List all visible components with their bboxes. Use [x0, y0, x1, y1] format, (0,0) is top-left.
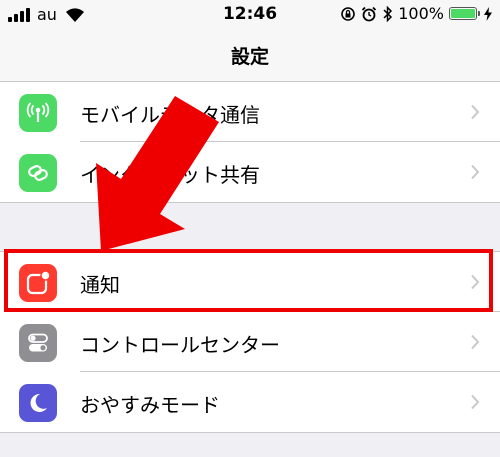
settings-row-label: モバイルデータ通信	[80, 103, 260, 127]
settings-group-network: モバイルデータ通信 インターネット共有	[0, 82, 500, 203]
settings-row-label: おやすみモード	[80, 393, 220, 417]
bluetooth-icon	[383, 5, 393, 22]
settings-row-do-not-disturb[interactable]: おやすみモード	[0, 372, 500, 432]
chevron-right-icon	[471, 334, 480, 350]
settings-row-label: 通知	[80, 273, 120, 297]
settings-row-label: コントロールセンター	[80, 333, 280, 357]
settings-row-control-center[interactable]: コントロールセンター	[0, 312, 500, 372]
rotation-lock-icon	[341, 6, 356, 21]
battery-icon	[449, 7, 480, 20]
link-icon	[19, 154, 57, 192]
alarm-icon	[362, 6, 377, 21]
settings-row-personal-hotspot[interactable]: インターネット共有	[0, 142, 500, 202]
chevron-right-icon	[471, 394, 480, 410]
chevron-right-icon	[471, 274, 480, 290]
battery-percent: 100%	[398, 4, 444, 23]
settings-row-mobile-data[interactable]: モバイルデータ通信	[0, 82, 500, 142]
charging-bolt-icon	[484, 6, 492, 21]
chevron-right-icon	[471, 104, 480, 120]
page-title: 設定	[230, 46, 269, 68]
moon-icon	[19, 384, 57, 422]
battery-level-fill	[451, 9, 475, 18]
navigation-bar: 設定	[0, 30, 500, 82]
status-bar: au 12:46 100%	[0, 0, 500, 30]
chevron-right-icon	[471, 164, 480, 180]
toggle-switches-icon	[19, 324, 57, 362]
cellular-antenna-icon	[19, 94, 57, 132]
settings-row-notifications[interactable]: 通知	[0, 252, 500, 312]
settings-group-system: 通知 コントロールセンター おやすみモード	[0, 251, 500, 433]
notifications-icon	[19, 264, 57, 302]
settings-row-label: インターネット共有	[80, 163, 260, 187]
